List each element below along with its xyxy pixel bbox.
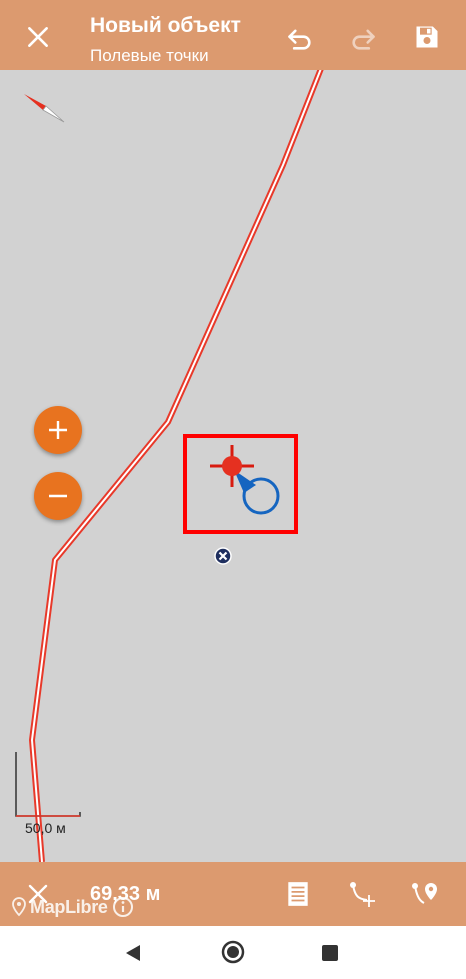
back-icon: [126, 945, 140, 961]
recents-icon: [322, 945, 338, 961]
selection-frame: [183, 434, 298, 534]
info-icon[interactable]: [112, 896, 134, 918]
undo-button[interactable]: [278, 17, 322, 61]
location-marker-icon[interactable]: [214, 547, 232, 565]
redo-button[interactable]: [341, 17, 385, 61]
minus-icon: [49, 494, 67, 498]
page-title: Новый объект: [90, 14, 241, 37]
gps-position-icon: [234, 470, 280, 515]
plus-icon: [49, 421, 67, 439]
undo-icon: [288, 29, 311, 50]
page-subtitle: Полевые точки: [90, 46, 209, 65]
list-icon: [288, 882, 308, 906]
back-button[interactable]: [118, 938, 148, 968]
close-button[interactable]: [16, 15, 60, 59]
compass-icon[interactable]: [16, 86, 76, 136]
recents-button[interactable]: [315, 938, 345, 968]
map-attribution[interactable]: MapLibre: [12, 896, 134, 918]
add-marker-icon: [412, 883, 437, 904]
home-icon: [221, 940, 245, 964]
save-icon: [416, 26, 438, 48]
redo-icon: [352, 29, 375, 50]
save-button[interactable]: [405, 15, 449, 59]
home-button[interactable]: [218, 937, 248, 967]
add-line-point-button[interactable]: [340, 872, 384, 916]
add-marker-button[interactable]: [403, 872, 447, 916]
scale-label: 50,0 м: [25, 820, 66, 836]
zoom-out-button[interactable]: [34, 472, 82, 520]
map-view[interactable]: 50,0 м: [0, 70, 466, 862]
scale-bar: [15, 752, 81, 817]
close-icon: [28, 27, 48, 47]
maplibre-logo-icon: [12, 897, 26, 917]
list-button[interactable]: [276, 872, 320, 916]
add-line-point-icon: [350, 882, 375, 907]
attribution-text: MapLibre: [30, 896, 108, 917]
top-app-bar: Новый объект Полевые точки: [0, 0, 466, 70]
zoom-in-button[interactable]: [34, 406, 82, 454]
system-navigation-bar: [0, 926, 466, 979]
